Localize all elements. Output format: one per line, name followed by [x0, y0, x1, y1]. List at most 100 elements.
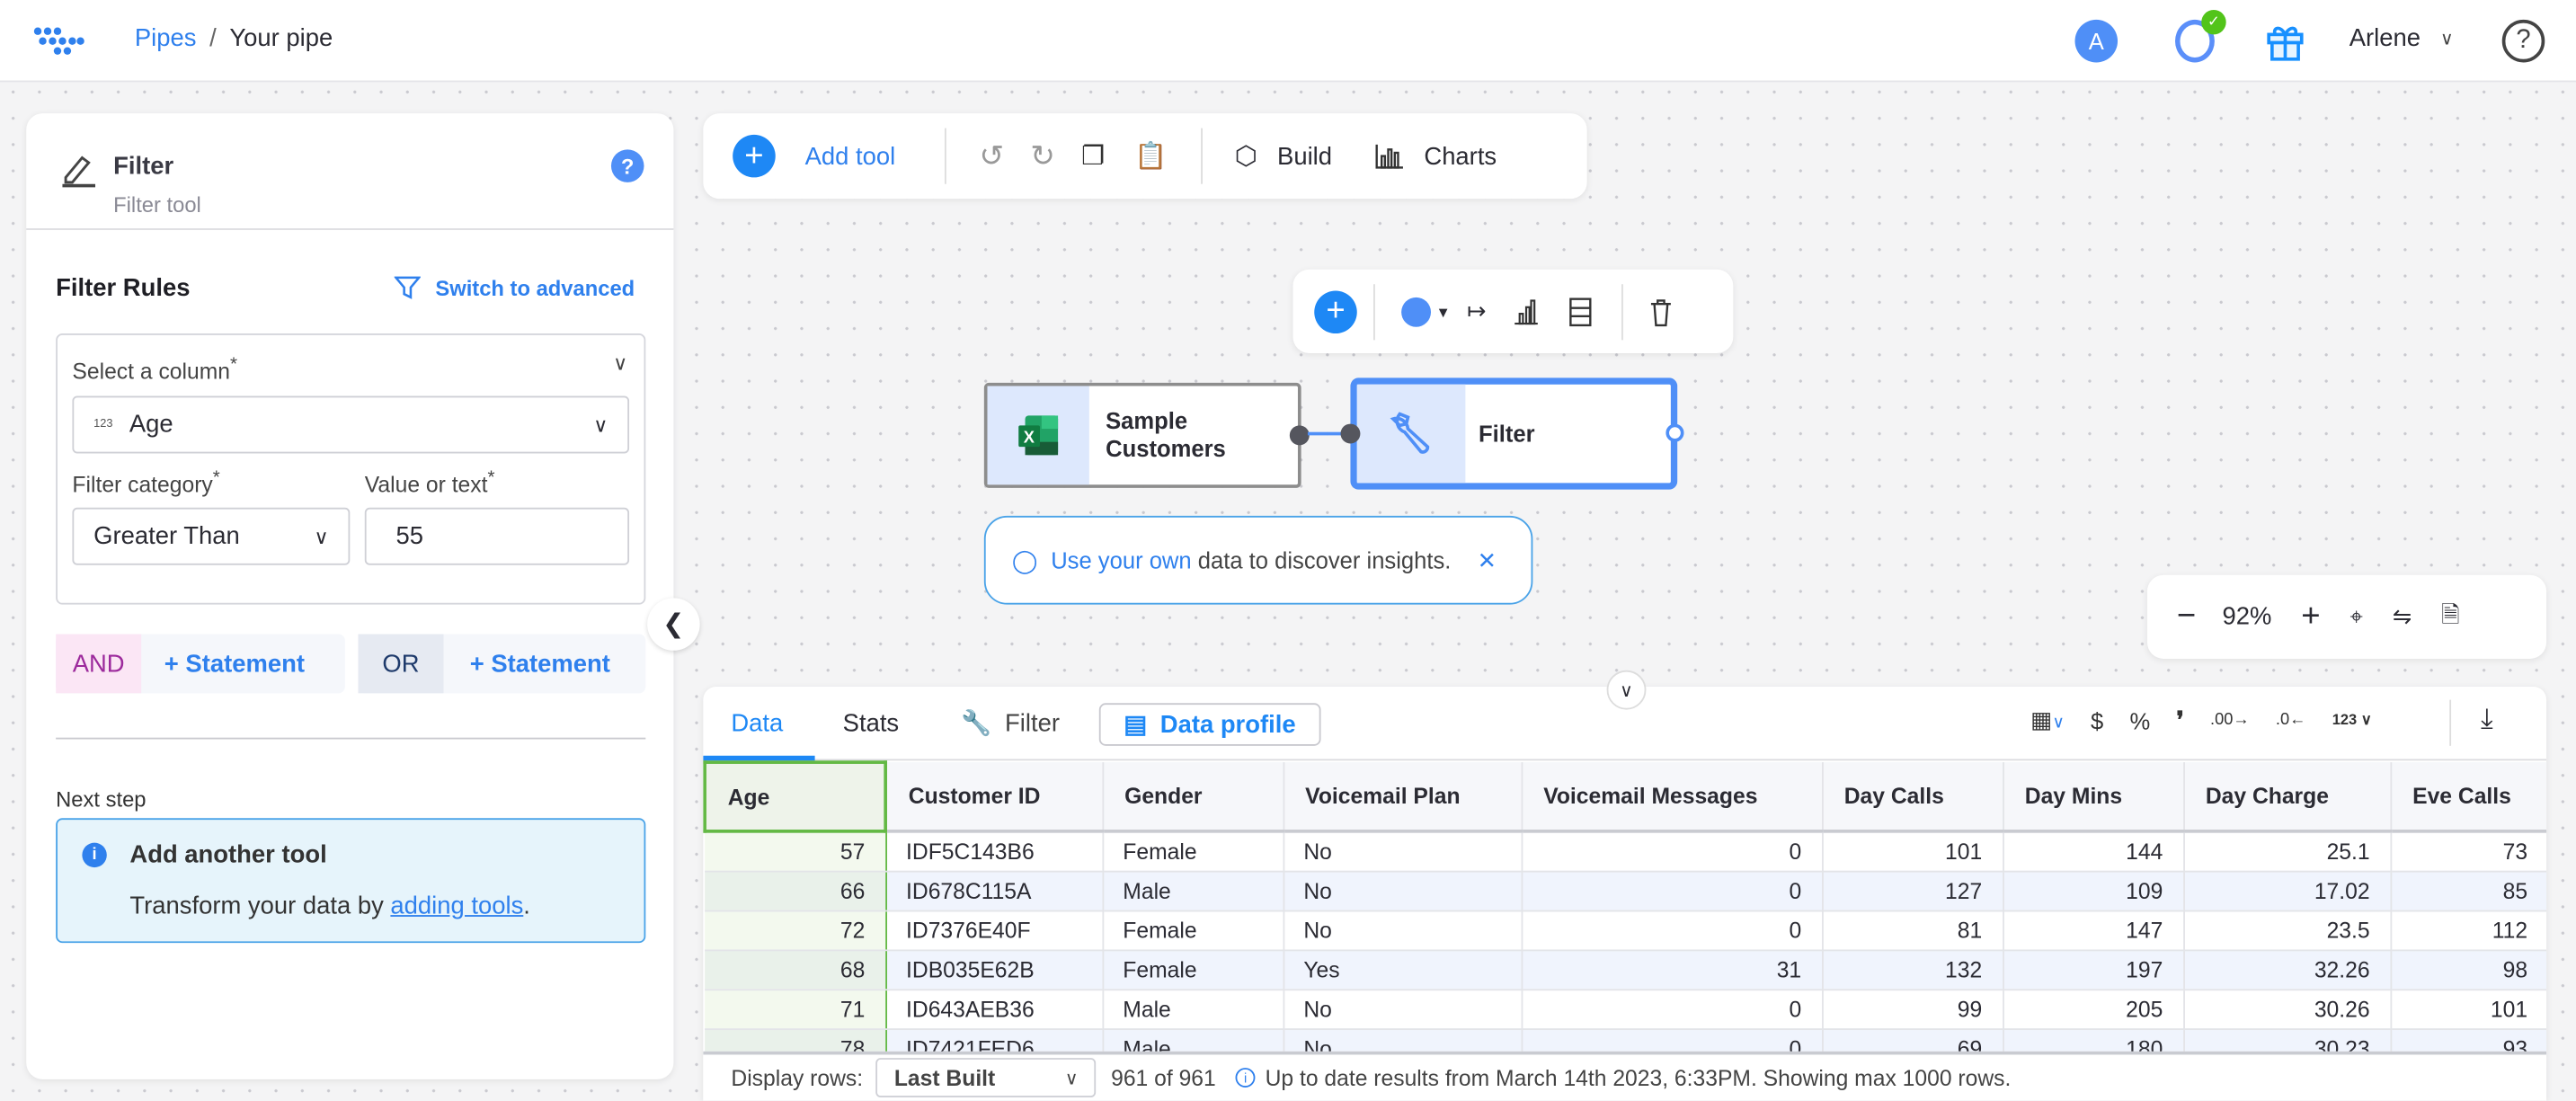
table-cell[interactable]: No — [1283, 910, 1523, 951]
table-cell[interactable]: 73 — [2390, 830, 2547, 872]
table-cell[interactable]: Female — [1102, 949, 1284, 990]
collapse-rule-chevron-icon[interactable]: ∨ — [613, 351, 627, 375]
tab-filter[interactable]: 🔧 Filter — [961, 708, 1060, 738]
column-type-icon[interactable]: ▦∨ — [2030, 706, 2065, 734]
table-cell[interactable]: 99 — [1822, 989, 2004, 1030]
breadcrumb-pipes-link[interactable]: Pipes — [135, 24, 197, 52]
percent-icon[interactable]: % — [2129, 707, 2150, 733]
table-cell[interactable]: 0 — [1521, 989, 1823, 1030]
table-cell[interactable]: ID643AEB36 — [885, 989, 1104, 1030]
column-header[interactable]: Eve Calls — [2390, 762, 2547, 833]
table-cell[interactable]: 23.5 — [2183, 910, 2392, 951]
increase-decimals-icon[interactable]: .00→ — [2210, 711, 2250, 729]
column-header[interactable]: Voicemail Messages — [1521, 762, 1823, 833]
table-cell[interactable]: 0 — [1521, 910, 1823, 951]
zoom-out-button[interactable]: − — [2177, 598, 2196, 635]
add-and-statement-button[interactable]: + Statement — [164, 650, 305, 678]
table-cell[interactable]: Male — [1102, 989, 1284, 1030]
connect-arrow-icon[interactable]: ↦ — [1467, 297, 1486, 325]
table-cell[interactable]: 98 — [2390, 949, 2547, 990]
output-port[interactable] — [1666, 423, 1684, 442]
data-grid-icon[interactable] — [1568, 297, 1592, 326]
table-cell[interactable]: IDB035E62B — [885, 949, 1104, 990]
gift-icon[interactable] — [2266, 20, 2305, 63]
column-header[interactable]: Day Mins — [2003, 762, 2185, 833]
table-cell[interactable]: IDF5C143B6 — [885, 830, 1104, 872]
help-icon[interactable]: ? — [610, 149, 644, 182]
number-format-dropdown[interactable]: 123 ∨ — [2332, 711, 2372, 729]
table-cell[interactable]: 57 — [705, 830, 887, 872]
table-cell[interactable]: 147 — [2003, 910, 2185, 951]
table-cell[interactable]: 68 — [705, 949, 887, 990]
table-cell[interactable]: ID678C115A — [885, 870, 1104, 911]
add-node-button[interactable]: + — [1314, 289, 1357, 333]
table-cell[interactable]: 112 — [2390, 910, 2547, 951]
column-header[interactable]: Customer ID — [885, 762, 1104, 833]
auto-layout-icon[interactable]: ⇋ — [2393, 603, 2412, 631]
document-icon[interactable]: 🗎 — [2441, 597, 2460, 636]
table-cell[interactable]: 0 — [1521, 870, 1823, 911]
column-header[interactable]: Day Charge — [2183, 762, 2392, 833]
table-row[interactable]: 71 ID643AEB36 Male No 0 99 205 30.26 101 — [705, 989, 2547, 1030]
table-cell[interactable]: 101 — [1822, 830, 2004, 872]
column-header[interactable]: Day Calls — [1822, 762, 2004, 833]
copy-icon[interactable]: ❐ — [1081, 139, 1105, 173]
table-cell[interactable]: Female — [1102, 830, 1284, 872]
input-port[interactable] — [1340, 423, 1361, 444]
column-header[interactable]: Gender — [1102, 762, 1284, 833]
display-rows-select[interactable]: Last Built ∨ — [875, 1058, 1097, 1097]
output-port[interactable] — [1289, 425, 1310, 446]
close-icon[interactable]: ✕ — [1478, 546, 1497, 574]
table-row[interactable]: 68 IDB035E62B Female Yes 31 132 197 32.26 98 — [705, 949, 2547, 990]
charts-button[interactable]: Charts — [1375, 142, 1497, 170]
sync-status-icon[interactable]: ✓ — [2175, 9, 2226, 63]
build-button[interactable]: ⬡ Build — [1235, 139, 1332, 173]
app-logo-icon[interactable] — [33, 23, 85, 59]
node-filter[interactable]: Filter — [1340, 377, 1684, 490]
help-icon[interactable]: ? — [2501, 19, 2545, 63]
table-cell[interactable]: Female — [1102, 910, 1284, 951]
table-cell[interactable]: 127 — [1822, 870, 2004, 911]
add-tool-button[interactable]: + Add tool — [733, 134, 895, 178]
column-select[interactable]: 123 Age ∨ — [72, 395, 630, 454]
table-cell[interactable]: 132 — [1822, 949, 2004, 990]
add-or-statement-button[interactable]: + Statement — [470, 650, 610, 678]
decrease-decimals-icon[interactable]: .0← — [2276, 711, 2306, 729]
table-cell[interactable]: 72 — [705, 910, 887, 951]
tab-data[interactable]: Data — [703, 700, 815, 761]
use-your-own-link[interactable]: Use your own — [1051, 547, 1191, 573]
table-cell[interactable]: 109 — [2003, 870, 2185, 911]
adding-tools-link[interactable]: adding tools — [390, 892, 523, 919]
table-cell[interactable]: 0 — [1521, 830, 1823, 872]
table-cell[interactable]: 32.26 — [2183, 949, 2392, 990]
table-cell[interactable]: 17.02 — [2183, 870, 2392, 911]
table-row[interactable]: 66 ID678C115A Male No 0 127 109 17.02 85 — [705, 870, 2547, 911]
table-cell[interactable]: 30.26 — [2183, 989, 2392, 1030]
table-cell[interactable]: 85 — [2390, 870, 2547, 911]
table-cell[interactable]: 66 — [705, 870, 887, 911]
table-cell[interactable]: 197 — [2003, 949, 2185, 990]
table-cell[interactable]: No — [1283, 870, 1523, 911]
table-cell[interactable]: 144 — [2003, 830, 2185, 872]
table-cell[interactable]: 101 — [2390, 989, 2547, 1030]
table-cell[interactable]: 25.1 — [2183, 830, 2392, 872]
table-cell[interactable]: No — [1283, 830, 1523, 872]
column-header[interactable]: Age — [703, 760, 888, 833]
currency-icon[interactable]: $ — [2091, 707, 2103, 733]
redo-icon[interactable]: ↻ — [1030, 138, 1055, 173]
collapse-data-panel-button[interactable]: ∨ — [1606, 670, 1647, 710]
download-icon[interactable]: ⤓ — [2481, 703, 2493, 736]
table-cell[interactable]: 71 — [705, 989, 887, 1030]
table-cell[interactable]: 205 — [2003, 989, 2185, 1030]
table-row[interactable]: 57 IDF5C143B6 Female No 0 101 144 25.1 73 — [705, 830, 2547, 872]
table-cell[interactable]: 31 — [1521, 949, 1823, 990]
user-menu[interactable]: Arlene ∨ — [2349, 24, 2454, 52]
node-sample-customers[interactable]: X Sample Customers — [983, 382, 1310, 488]
avatar[interactable]: A — [2074, 19, 2119, 63]
tab-stats[interactable]: Stats — [843, 710, 899, 738]
paste-icon[interactable]: 📋 — [1134, 139, 1167, 173]
table-cell[interactable]: ID7376E40F — [885, 910, 1104, 951]
trash-icon[interactable] — [1648, 297, 1672, 326]
zoom-in-button[interactable]: + — [2301, 598, 2320, 635]
table-cell[interactable]: Yes — [1283, 949, 1523, 990]
